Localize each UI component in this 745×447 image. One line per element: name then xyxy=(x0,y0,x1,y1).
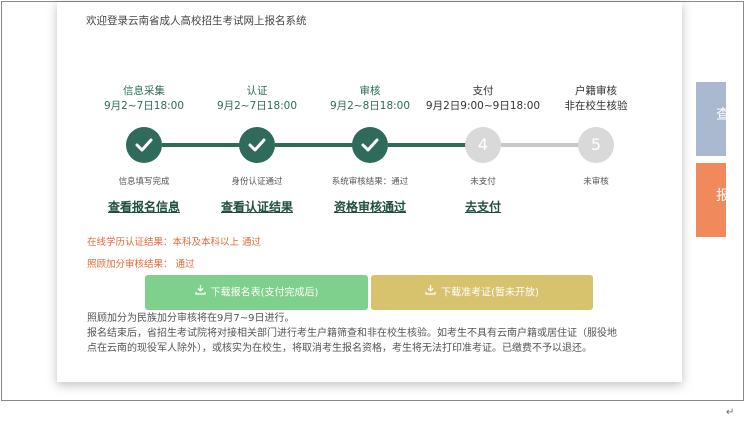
note-line-3: 点在云南的现役军人除外），或核实为在校生，将取消考生报名资格，考生将无法打印准考… xyxy=(87,343,592,354)
download-ticket-label: 下载准考证(暂未开放) xyxy=(441,287,539,299)
welcome-text: 欢迎登录云南省成人高校招生考试网上报名系统 xyxy=(86,15,307,27)
paragraph-mark: ↵ xyxy=(726,407,735,418)
check-icon xyxy=(126,127,162,163)
step-time: 9月2日9:00~9日18:00 xyxy=(425,100,541,112)
review-passed-link[interactable]: 资格审核通过 xyxy=(310,198,430,215)
download-form-button[interactable]: 下载报名表(支付完成后) xyxy=(145,275,368,310)
step-time: 9月2~8日18:00 xyxy=(329,100,411,112)
go-pay-link[interactable]: 去支付 xyxy=(423,198,543,215)
step-title: 认证 xyxy=(246,85,268,97)
download-icon xyxy=(194,275,206,310)
step-number-4: 4 xyxy=(465,127,501,163)
check-icon xyxy=(352,127,388,163)
note-line-1: 照顾加分为民族加分审核将在9月7~9日进行。 xyxy=(87,313,295,324)
download-ticket-button[interactable]: 下载准考证(暂未开放) xyxy=(371,275,593,310)
step-title: 审核 xyxy=(359,85,381,97)
bonus-review-result: 照顾加分审核结果： 通过 xyxy=(87,259,195,270)
step-time: 非在校生核验 xyxy=(564,100,628,112)
step-time: 9月2~7日18:00 xyxy=(103,100,185,112)
step-number-5: 5 xyxy=(578,127,614,163)
note-line-2: 报名结束后，省招生考试院将对接相关部门进行考生户籍筛查和非在校生核验。如考生不具… xyxy=(87,328,617,339)
side-tab-query[interactable]: 查 xyxy=(696,82,730,156)
side-tab-query-label: 查 xyxy=(716,107,730,123)
view-auth-result-link[interactable]: 查看认证结果 xyxy=(197,198,317,215)
step-time: 9月2~7日18:00 xyxy=(216,100,298,112)
step-status: 信息填写完成 xyxy=(118,177,170,187)
step-status: 未审核 xyxy=(583,177,609,187)
view-registration-link[interactable]: 查看报名信息 xyxy=(84,198,204,215)
education-verification-result: 在线学历认证结果：本科及本科以上 通过 xyxy=(87,237,262,248)
step-title: 信息采集 xyxy=(123,85,165,97)
download-form-label: 下载报名表(支付完成后) xyxy=(210,287,319,299)
step-status: 身份认证通过 xyxy=(231,177,283,187)
step-status: 未支付 xyxy=(470,177,496,187)
side-tab-report[interactable]: 报 xyxy=(696,163,730,237)
step-title: 户籍审核 xyxy=(575,85,617,97)
download-icon xyxy=(425,275,436,310)
side-tab-report-label: 报 xyxy=(716,188,730,204)
step-status: 系统审核结果：通过 xyxy=(331,177,409,187)
registration-card: 欢迎登录云南省成人高校招生考试网上报名系统 信息采集 9月2~7日18:00 信… xyxy=(57,2,682,382)
step-title: 支付 xyxy=(472,85,494,97)
check-icon xyxy=(239,127,275,163)
